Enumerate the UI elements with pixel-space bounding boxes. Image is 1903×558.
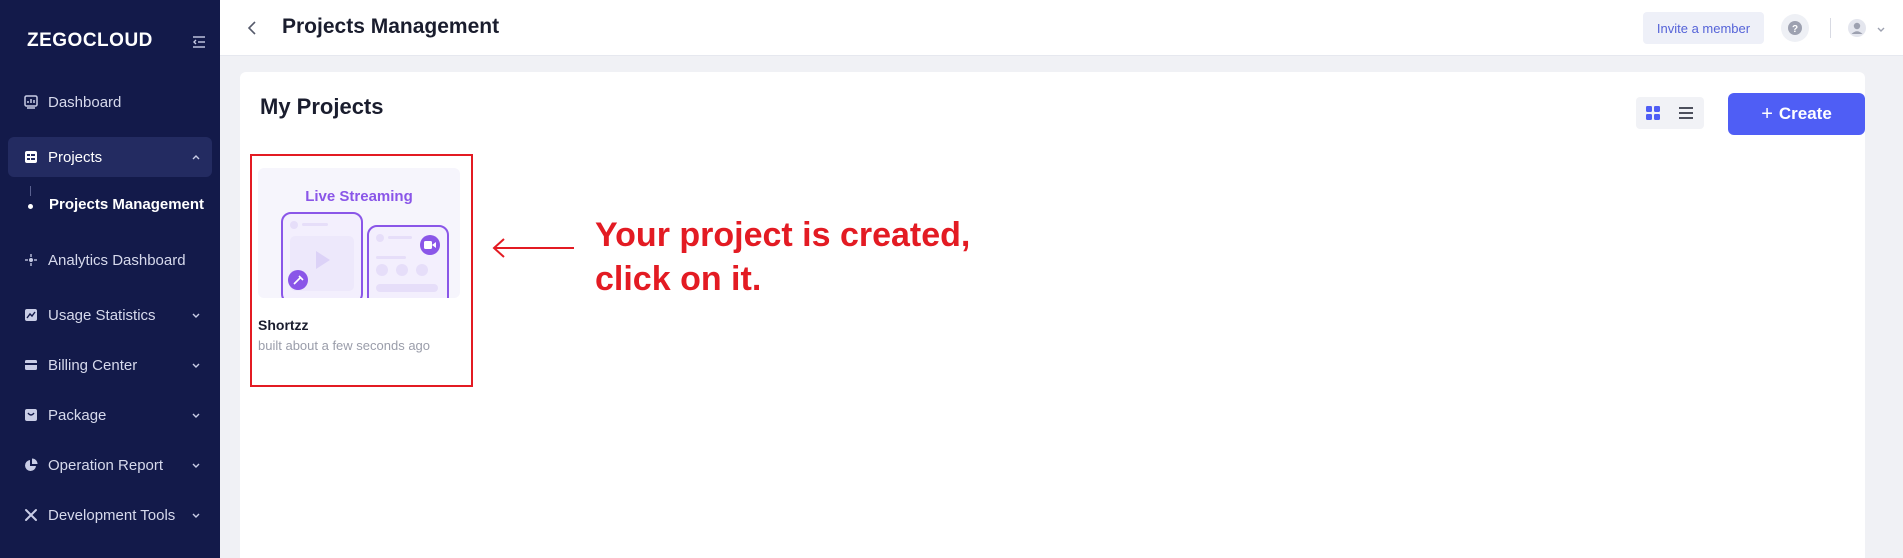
create-label: Create: [1778, 104, 1832, 123]
back-arrow-icon[interactable]: [242, 18, 262, 38]
package-icon: [23, 407, 39, 423]
collapse-sidebar-icon[interactable]: [191, 34, 207, 50]
sidebar-item-analytics-dashboard[interactable]: Analytics Dashboard: [8, 240, 212, 280]
sidebar-item-development-tools[interactable]: Development Tools: [8, 495, 212, 535]
chevron-down-icon[interactable]: [1875, 22, 1887, 34]
sidebar-item-label: Billing Center: [48, 356, 138, 374]
analytics-icon: [23, 252, 39, 268]
page-title: Projects Management: [282, 15, 500, 38]
annotation-arrow-icon: [490, 236, 576, 260]
sidebar: ZEGOCLOUD Dashboard Projects Projects Ma…: [0, 0, 220, 558]
sidebar-subitem-projects-management[interactable]: Projects Management: [49, 196, 204, 213]
annotation-highlight-box: [250, 154, 473, 387]
sidebar-item-package[interactable]: Package: [8, 395, 212, 435]
invite-member-button[interactable]: Invite a member: [1643, 12, 1764, 44]
annotation-line-1: Your project is created,: [595, 216, 971, 254]
sidebar-item-projects[interactable]: Projects: [8, 137, 212, 177]
section-title: My Projects: [260, 94, 384, 119]
sidebar-item-label: Development Tools: [48, 506, 176, 524]
list-view-icon[interactable]: [1678, 105, 1694, 121]
sidebar-item-usage-statistics[interactable]: Usage Statistics: [8, 295, 212, 335]
chevron-down-icon: [190, 408, 202, 420]
create-project-button[interactable]: + Create: [1728, 93, 1865, 135]
plus-icon: +: [1761, 102, 1773, 125]
header-divider: [1830, 18, 1831, 38]
projects-icon: [23, 149, 39, 165]
annotation-text: Your project is created, click on it.: [595, 213, 970, 301]
sidebar-item-operation-report[interactable]: Operation Report: [8, 445, 212, 485]
sidebar-item-label: Dashboard: [48, 93, 122, 111]
chevron-down-icon: [190, 458, 202, 470]
sidebar-item-dashboard[interactable]: Dashboard: [8, 82, 212, 122]
chevron-down-icon: [190, 508, 202, 520]
sidebar-item-label: Package: [48, 406, 107, 424]
sidebar-item-label: Analytics Dashboard: [48, 251, 186, 269]
brand-logo[interactable]: ZEGOCLOUD: [27, 30, 153, 52]
sidebar-item-label: Projects: [48, 148, 103, 166]
dashboard-icon: [23, 94, 39, 110]
card-icon: [23, 357, 39, 373]
help-icon[interactable]: ?: [1781, 14, 1809, 42]
chevron-down-icon: [190, 308, 202, 320]
svg-text:?: ?: [1792, 24, 1798, 35]
projects-panel: My Projects + Create Live Streaming Shor…: [240, 72, 1865, 558]
sidebar-item-billing-center[interactable]: Billing Center: [8, 345, 212, 385]
view-toggle: [1636, 97, 1704, 129]
user-avatar-icon[interactable]: [1843, 14, 1871, 42]
chart-icon: [23, 307, 39, 323]
tools-icon: [23, 507, 39, 523]
chevron-down-icon: [190, 358, 202, 370]
subnav-connector: [30, 186, 31, 196]
sidebar-item-label: Usage Statistics: [48, 306, 156, 324]
sidebar-item-label: Operation Report: [48, 456, 164, 474]
top-bar: Projects Management Invite a member ?: [220, 0, 1903, 56]
grid-view-icon[interactable]: [1645, 105, 1661, 121]
pie-icon: [23, 457, 39, 473]
subnav-bullet: [28, 204, 33, 209]
annotation-line-2: click on it.: [595, 260, 762, 298]
chevron-up-icon: [190, 150, 202, 162]
